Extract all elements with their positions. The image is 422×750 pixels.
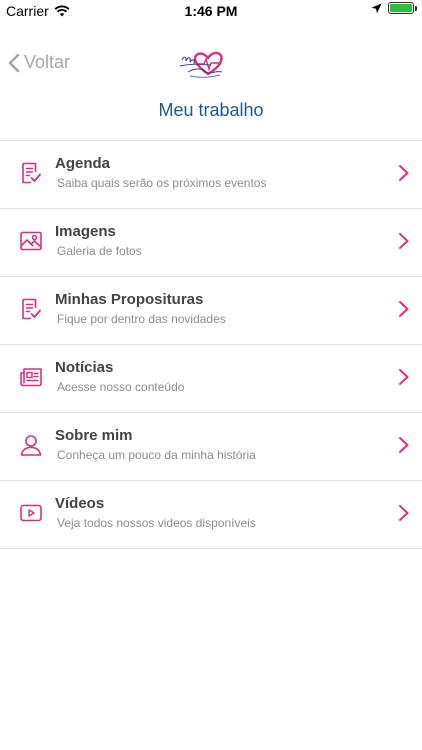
status-bar: Carrier 1:46 PM xyxy=(0,0,422,22)
menu-item-sobre-mim[interactable]: Sobre mim Conheça um pouco da minha hist… xyxy=(0,413,422,481)
menu-item-title: Minhas Proposituras xyxy=(55,291,204,308)
logo xyxy=(179,51,223,78)
chevron-right-icon xyxy=(399,369,409,385)
status-right xyxy=(371,2,417,14)
menu-item-subtitle: Acesse nosso conteúdo xyxy=(57,380,185,394)
user-icon xyxy=(20,435,42,456)
status-time: 1:46 PM xyxy=(184,3,238,19)
menu-item-subtitle: Galeria de fotos xyxy=(57,244,142,258)
menu-item-noticias[interactable]: Notícias Acesse nosso conteúdo xyxy=(0,345,422,413)
menu-list: Agenda Saiba quais serão os próximos eve… xyxy=(0,140,422,549)
menu-item-title: Sobre mim xyxy=(55,427,133,444)
chevron-right-icon xyxy=(399,437,409,453)
menu-item-proposituras[interactable]: Minhas Proposituras Fique por dentro das… xyxy=(0,277,422,345)
menu-item-title: Notícias xyxy=(55,359,114,376)
menu-item-title: Vídeos xyxy=(55,495,105,512)
battery-icon xyxy=(388,2,417,14)
menu-item-videos[interactable]: Vídeos Veja todos nossos videos disponív… xyxy=(0,481,422,549)
document-check-icon xyxy=(22,162,41,184)
page-title: Meu trabalho xyxy=(158,100,264,120)
menu-item-subtitle: Saiba quais serão os próximos eventos xyxy=(57,176,267,190)
menu-item-subtitle: Fique por dentro das novidades xyxy=(57,312,226,326)
menu-item-subtitle: Veja todos nossos videos disponíveis xyxy=(57,516,256,530)
menu-item-title: Agenda xyxy=(55,155,111,172)
back-button[interactable]: Voltar xyxy=(8,52,70,73)
chevron-left-icon xyxy=(8,53,20,72)
chevron-right-icon xyxy=(399,301,409,317)
video-icon xyxy=(20,504,42,522)
image-icon xyxy=(20,231,42,251)
menu-item-subtitle: Conheça um pouco da minha história xyxy=(57,448,256,462)
chevron-right-icon xyxy=(399,505,409,521)
document-check-icon xyxy=(22,298,41,320)
menu-item-title: Imagens xyxy=(55,223,116,240)
back-label: Voltar xyxy=(24,52,71,72)
chevron-right-icon xyxy=(399,165,409,181)
chevron-right-icon xyxy=(399,233,409,249)
location-arrow-icon xyxy=(371,3,382,13)
menu-item-imagens[interactable]: Imagens Galeria de fotos xyxy=(0,209,422,277)
menu-item-agenda[interactable]: Agenda Saiba quais serão os próximos eve… xyxy=(0,141,422,209)
newspaper-icon xyxy=(20,368,42,387)
nav-bar: Voltar xyxy=(0,22,422,78)
